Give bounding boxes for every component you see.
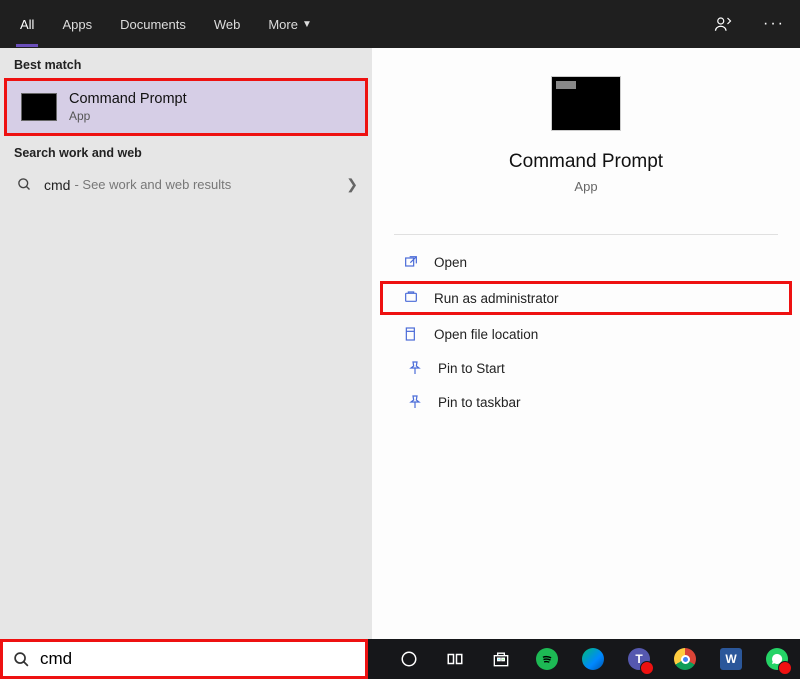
teams-icon[interactable]: T [618,639,660,679]
more-options-icon[interactable]: ··· [754,15,794,33]
tab-documents-label: Documents [120,17,186,32]
action-open-label: Open [434,255,467,270]
whatsapp-icon[interactable] [756,639,798,679]
action-run-admin-label: Run as administrator [434,291,559,306]
results-list: Best match Command Prompt App Search wor… [0,48,372,640]
feedback-icon[interactable] [714,15,754,33]
web-hint: - See work and web results [74,177,231,192]
microsoft-store-icon[interactable] [480,639,522,679]
search-input[interactable] [40,649,355,669]
divider [394,234,778,235]
search-icon [14,177,34,192]
pin-icon [406,359,424,377]
tab-web-label: Web [214,17,241,32]
action-pin-taskbar[interactable]: Pin to taskbar [372,385,800,419]
cortana-icon[interactable] [388,639,430,679]
preview-subtitle: App [392,179,780,194]
tab-more-label: More [268,17,298,32]
preview-app-icon [551,76,621,131]
taskbar: T W [0,639,800,679]
tab-web[interactable]: Web [200,0,255,48]
folder-icon [402,325,420,343]
section-best-match: Best match [0,48,372,78]
pin-icon [406,393,424,411]
tab-all[interactable]: All [6,0,48,48]
preview-pane: Command Prompt App Open Run as administr… [372,48,800,640]
filter-tab-bar: All Apps Documents Web More ▼ ··· [0,0,800,48]
taskbar-search-box[interactable] [0,639,368,679]
word-icon[interactable]: W [710,639,752,679]
edge-icon[interactable] [572,639,614,679]
tab-all-label: All [20,17,34,32]
chevron-down-icon: ▼ [302,19,312,30]
tab-documents[interactable]: Documents [106,0,200,48]
search-icon [13,651,30,668]
chrome-icon[interactable] [664,639,706,679]
action-open[interactable]: Open [372,245,800,279]
preview-title: Command Prompt [392,151,780,173]
best-match-item[interactable]: Command Prompt App [4,78,368,136]
best-match-title: Command Prompt [69,91,187,107]
section-search-web: Search work and web [0,136,372,166]
tab-more[interactable]: More ▼ [254,0,326,48]
web-result-item[interactable]: cmd - See work and web results ❯ [0,166,372,203]
tab-apps[interactable]: Apps [48,0,106,48]
task-view-icon[interactable] [434,639,476,679]
action-run-admin[interactable]: Run as administrator [380,281,792,315]
action-open-location-label: Open file location [434,327,538,342]
action-pin-start[interactable]: Pin to Start [372,351,800,385]
start-search-panel: All Apps Documents Web More ▼ ··· Best ma… [0,0,800,640]
chevron-right-icon: ❯ [346,176,358,193]
command-prompt-icon [21,93,57,121]
shield-icon [402,289,420,307]
web-query: cmd [44,177,70,193]
action-pin-taskbar-label: Pin to taskbar [438,395,521,410]
tab-apps-label: Apps [62,17,92,32]
spotify-icon[interactable] [526,639,568,679]
action-pin-start-label: Pin to Start [438,361,505,376]
action-open-location[interactable]: Open file location [372,317,800,351]
best-match-subtitle: App [69,109,187,123]
open-icon [402,253,420,271]
